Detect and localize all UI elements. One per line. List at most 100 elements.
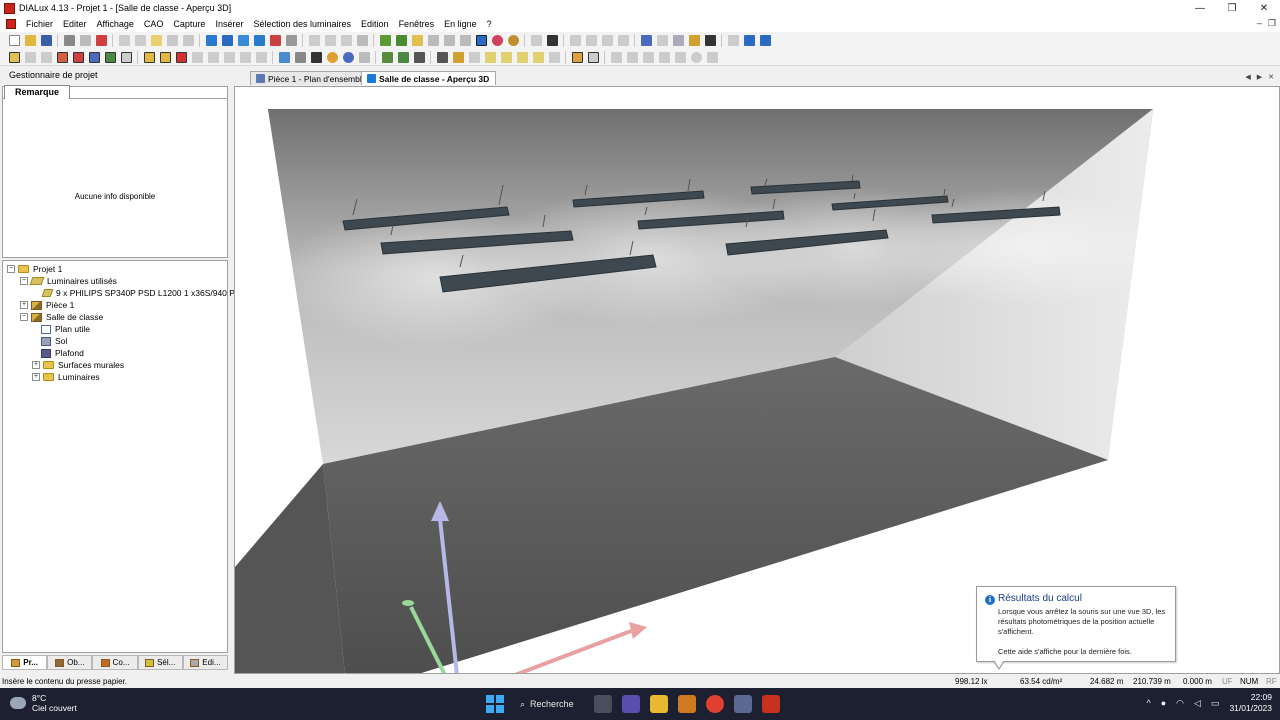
scale-icon[interactable]: [72, 51, 84, 63]
scissor-icon[interactable]: [727, 35, 739, 46]
move-icon[interactable]: [340, 35, 352, 46]
polyline-icon[interactable]: [642, 51, 654, 63]
expand-icon[interactable]: +: [20, 301, 28, 309]
menu-selection-luminaires[interactable]: Sélection des luminaires: [248, 19, 356, 29]
render-icon[interactable]: [269, 35, 281, 46]
camera-icon[interactable]: [704, 35, 716, 46]
link-icon[interactable]: [656, 35, 668, 46]
menu-fenetres[interactable]: Fenêtres: [394, 19, 440, 29]
battery-icon[interactable]: ▭: [1211, 698, 1220, 709]
chrome-icon[interactable]: [706, 695, 724, 713]
cut-icon[interactable]: [118, 35, 130, 46]
volume-icon[interactable]: ◁: [1194, 698, 1201, 709]
window-tile-icon[interactable]: [759, 35, 771, 46]
view-3d-icon[interactable]: [205, 35, 217, 46]
menu-fichier[interactable]: Fichier: [21, 19, 58, 29]
tree-item-piece[interactable]: + Pièce 1: [20, 299, 74, 311]
file-explorer-icon[interactable]: [650, 695, 668, 713]
plant-icon[interactable]: [397, 51, 409, 63]
undo-icon[interactable]: [166, 35, 178, 46]
scroll-left-icon[interactable]: ◀: [1245, 73, 1250, 81]
save-icon[interactable]: [40, 35, 52, 46]
extrude-icon[interactable]: [548, 51, 560, 63]
media-player-icon[interactable]: [678, 695, 696, 713]
tab-plan-ensemble[interactable]: Pièce 1 - Plan d'ensemble: [250, 71, 374, 85]
rotate-icon[interactable]: [308, 35, 320, 46]
sun-icon[interactable]: [326, 51, 338, 63]
calculate-icon[interactable]: [379, 35, 391, 46]
pyramid-icon[interactable]: [516, 51, 528, 63]
sphere-icon[interactable]: [342, 51, 354, 63]
edit-icon[interactable]: [475, 35, 487, 46]
draw-icon[interactable]: [191, 51, 203, 63]
pointer-icon[interactable]: [546, 35, 558, 46]
tab-remarque[interactable]: Remarque: [4, 85, 70, 99]
light-icon[interactable]: [143, 51, 155, 63]
paste-icon[interactable]: [150, 35, 162, 46]
tree-item-plafond[interactable]: Plafond: [41, 347, 84, 359]
expand-icon[interactable]: +: [32, 361, 40, 369]
close-tab-icon[interactable]: ✕: [1268, 73, 1274, 81]
arrow-icon[interactable]: [40, 51, 52, 63]
calculate-all-icon[interactable]: [395, 35, 407, 46]
weather-widget[interactable]: 8°C Ciel couvert: [10, 693, 77, 713]
menu-cao[interactable]: CAO: [139, 19, 169, 29]
tree-item-luminaires-utilises[interactable]: − Luminaires utilisés: [20, 275, 117, 287]
polygon-icon[interactable]: [207, 51, 219, 63]
mdi-restore-button[interactable]: ❐: [1268, 18, 1276, 29]
print-preview-icon[interactable]: [79, 35, 91, 46]
pick-icon[interactable]: [24, 51, 36, 63]
globe-icon[interactable]: [507, 35, 519, 46]
grid-toggle-icon[interactable]: [569, 35, 581, 46]
curve-icon[interactable]: [658, 51, 670, 63]
view-side-icon[interactable]: [237, 35, 249, 46]
new-file-icon[interactable]: [8, 35, 20, 46]
orbit-icon[interactable]: [310, 51, 322, 63]
spline-icon[interactable]: [674, 51, 686, 63]
clock[interactable]: 22:09 31/01/2023: [1229, 692, 1272, 714]
microphone-icon[interactable]: ●: [1161, 698, 1166, 708]
key-icon[interactable]: [239, 51, 251, 63]
open-folder-icon[interactable]: [24, 35, 36, 46]
menu-inserer[interactable]: Insérer: [210, 19, 248, 29]
window-object-icon[interactable]: [587, 51, 599, 63]
grid-icon[interactable]: [459, 35, 471, 46]
maximize-button[interactable]: ❐: [1216, 0, 1248, 16]
view-front-icon[interactable]: [253, 35, 265, 46]
print-icon[interactable]: [63, 35, 75, 46]
ortho-icon[interactable]: [601, 35, 613, 46]
pan-icon[interactable]: [324, 35, 336, 46]
zoom-window-icon[interactable]: [285, 35, 297, 46]
collapse-icon[interactable]: −: [7, 265, 15, 273]
dialux-icon[interactable]: [762, 695, 780, 713]
wifi-icon[interactable]: ◠: [1176, 698, 1184, 709]
tree-item-plan-utile[interactable]: Plan utile: [41, 323, 90, 335]
light-edit-icon[interactable]: [159, 51, 171, 63]
tab-selection[interactable]: Sél...: [137, 655, 183, 670]
teams-icon[interactable]: [622, 695, 640, 713]
task-view-icon[interactable]: [594, 695, 612, 713]
zoom-icon[interactable]: [104, 51, 116, 63]
select-icon[interactable]: [8, 51, 20, 63]
texture-icon[interactable]: [571, 51, 583, 63]
chevron-up-icon[interactable]: ^: [1146, 698, 1150, 708]
tab-projet[interactable]: Pr...: [2, 655, 48, 670]
copy-icon[interactable]: [134, 35, 146, 46]
scroll-right-icon[interactable]: ▶: [1257, 73, 1262, 81]
cube-icon[interactable]: [468, 51, 480, 63]
cylinder-icon[interactable]: [484, 51, 496, 63]
line-icon[interactable]: [530, 35, 542, 46]
menu-capture[interactable]: Capture: [168, 19, 210, 29]
collapse-icon[interactable]: −: [20, 277, 28, 285]
target-icon[interactable]: [491, 35, 503, 46]
sphere-object-icon[interactable]: [532, 51, 544, 63]
magnifier-icon[interactable]: [294, 51, 306, 63]
expand-icon[interactable]: +: [32, 373, 40, 381]
dimension-icon[interactable]: [617, 35, 629, 46]
rotate-object-icon[interactable]: [56, 51, 68, 63]
arc-icon[interactable]: [223, 51, 235, 63]
menu-help[interactable]: ?: [482, 19, 497, 29]
wrench-icon[interactable]: [688, 35, 700, 46]
start-button[interactable]: [486, 695, 504, 713]
document-icon[interactable]: [6, 19, 16, 29]
